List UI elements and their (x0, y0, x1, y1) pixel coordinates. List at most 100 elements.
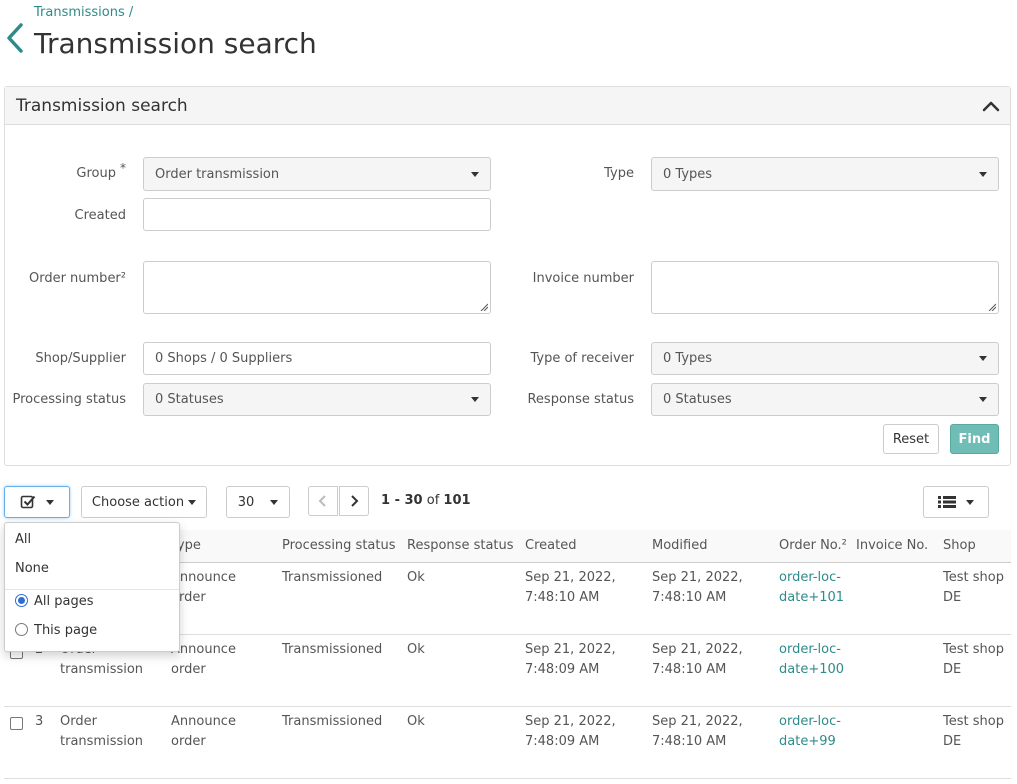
breadcrumb: Transmissions / (34, 5, 133, 20)
cell-shop: Test shop DE (943, 642, 1004, 677)
type-of-receiver-select[interactable]: 0 Types (651, 342, 999, 375)
column-header-shop[interactable]: Shop (943, 538, 976, 553)
group-label: Group * (76, 161, 126, 181)
shop-supplier-input[interactable]: 0 Shops / 0 Suppliers (143, 342, 491, 375)
page-title: Transmission search (34, 27, 317, 60)
pager-of: of (426, 493, 440, 508)
pager-total: 101 (443, 493, 471, 508)
caret-down-icon (471, 171, 479, 177)
menu-item-none[interactable]: None (15, 561, 49, 576)
breadcrumb-separator: / (128, 5, 134, 20)
cell-response-status: Ok (407, 642, 425, 657)
cell-type: Announce order (171, 642, 236, 677)
column-header-response-status[interactable]: Response status (407, 538, 514, 553)
cell-created: Sep 21, 2022, 7:48:09 AM (525, 642, 616, 677)
processing-status-select[interactable]: 0 Statuses (143, 383, 491, 416)
page-size-value: 30 (237, 494, 255, 510)
resize-handle-icon[interactable] (988, 303, 996, 311)
created-label: Created (74, 208, 126, 223)
row-checkbox[interactable] (10, 717, 23, 730)
shop-supplier-value: 0 Shops / 0 Suppliers (155, 351, 293, 366)
previous-page-button[interactable] (308, 486, 338, 516)
resize-handle-icon[interactable] (480, 303, 488, 311)
breadcrumb-link-transmissions[interactable]: Transmissions (34, 5, 125, 20)
cell-modified: Sep 21, 2022, 7:48:10 AM (652, 642, 743, 677)
column-settings-button[interactable] (923, 486, 989, 518)
caret-down-icon (270, 499, 279, 505)
caret-down-icon (46, 499, 54, 505)
list-icon (938, 496, 956, 508)
processing-status-label: Processing status (12, 392, 127, 407)
column-header-invoice-no[interactable]: Invoice No. (856, 538, 928, 553)
reset-button[interactable]: Reset (883, 424, 939, 454)
cell-processing-status: Transmissioned (282, 570, 383, 585)
cell-row-number: 3 (35, 714, 44, 729)
cell-order-no-link[interactable]: order-loc-date+100 (779, 640, 849, 680)
row-divider (4, 778, 1011, 779)
caret-down-icon (979, 171, 987, 177)
select-rows-menu: All None All pages This page (4, 522, 180, 652)
choose-action-button[interactable]: Choose action (81, 486, 207, 518)
menu-item-all-pages[interactable]: All pages (34, 594, 94, 609)
panel-header[interactable]: Transmission search (5, 87, 1010, 125)
cell-type: Announce order (171, 714, 236, 749)
type-of-receiver-value: 0 Types (663, 351, 713, 366)
invoice-number-textarea[interactable] (651, 261, 999, 314)
cell-shop: Test shop DE (943, 714, 1004, 749)
column-header-order-no[interactable]: Order No.² (779, 538, 847, 553)
menu-item-all[interactable]: All (15, 532, 31, 547)
row-divider (4, 706, 1011, 707)
column-header-processing-status[interactable]: Processing status (282, 538, 396, 553)
cell-order-no-link[interactable]: order-loc-date+99 (779, 712, 849, 752)
caret-down-icon (188, 499, 197, 505)
type-label: Type (604, 166, 634, 181)
response-status-label: Response status (527, 392, 634, 407)
processing-status-value: 0 Statuses (155, 392, 224, 407)
chevron-left-icon (318, 495, 326, 507)
radio-all-pages[interactable] (15, 594, 28, 607)
cell-processing-status: Transmissioned (282, 714, 383, 729)
response-status-select[interactable]: 0 Statuses (651, 383, 999, 416)
cell-response-status: Ok (407, 570, 425, 585)
cell-response-status: Ok (407, 714, 425, 729)
cell-order-no-link[interactable]: order-loc-date+101 (779, 568, 849, 608)
group-select-value: Order transmission (155, 166, 280, 182)
pager-range: 1 - 30 (381, 493, 423, 508)
created-input[interactable] (143, 198, 491, 231)
cell-processing-status: Transmissioned (282, 642, 383, 657)
pager-info: 1 - 30 of 101 (381, 493, 471, 508)
required-mark: * (120, 161, 126, 175)
chevron-up-icon[interactable] (982, 99, 1000, 113)
cell-modified: Sep 21, 2022, 7:48:10 AM (652, 714, 743, 749)
column-header-modified[interactable]: Modified (652, 538, 707, 553)
caret-down-icon (979, 356, 987, 361)
response-status-value: 0 Statuses (663, 392, 732, 407)
menu-divider (5, 589, 179, 590)
cell-created: Sep 21, 2022, 7:48:09 AM (525, 714, 616, 749)
checkbox-check-icon (20, 495, 36, 509)
column-header-created[interactable]: Created (525, 538, 576, 553)
caret-down-icon (966, 499, 974, 505)
select-rows-button[interactable] (4, 486, 70, 518)
radio-this-page[interactable] (15, 623, 28, 636)
type-select[interactable]: 0 Types (651, 157, 999, 191)
page-size-select[interactable]: 30 (226, 486, 290, 518)
cell-modified: Sep 21, 2022, 7:48:10 AM (652, 570, 743, 605)
order-number-textarea[interactable] (143, 261, 491, 314)
chevron-right-icon (351, 495, 359, 507)
group-select[interactable]: Order transmission (143, 157, 491, 191)
cell-group: Order transmission (60, 714, 144, 749)
invoice-number-label: Invoice number (532, 271, 634, 286)
menu-item-this-page[interactable]: This page (34, 623, 97, 638)
choose-action-label: Choose action (91, 494, 185, 510)
caret-down-icon (471, 397, 479, 402)
panel-title: Transmission search (16, 96, 188, 116)
order-number-label: Order number² (28, 271, 126, 286)
cell-shop: Test shop DE (943, 570, 1004, 605)
caret-down-icon (979, 397, 987, 402)
next-page-button[interactable] (339, 486, 369, 516)
shop-supplier-label: Shop/Supplier (35, 351, 126, 366)
type-select-value: 0 Types (663, 166, 713, 182)
find-button[interactable]: Find (950, 424, 999, 454)
chevron-left-icon[interactable] (4, 22, 26, 54)
